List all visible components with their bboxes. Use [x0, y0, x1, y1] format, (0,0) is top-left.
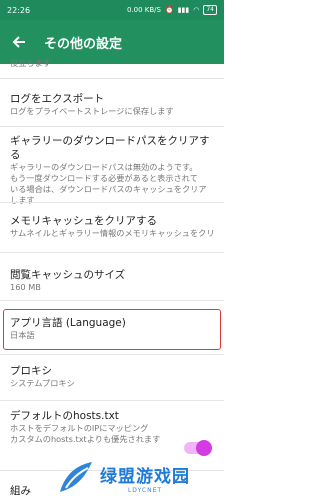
divider [0, 400, 224, 401]
watermark-text: 绿盟游戏园 [100, 466, 190, 487]
browse-cache-size-item[interactable]: 閲覧キャッシュのサイズ 160 MB [0, 268, 224, 293]
divider [0, 202, 224, 203]
battery-icon: 74 [203, 5, 217, 15]
export-logs-item[interactable]: ログをエクスポート ログをプライベートストレージに保存します [0, 92, 224, 117]
alarm-icon: ⏰ [164, 6, 174, 14]
divider [0, 300, 224, 301]
watermark: 绿盟游戏园 LDYCNET [56, 455, 224, 500]
clear-download-path-item[interactable]: ギャラリーのダウンロードパスをクリアする ギャラリーのダウンロードパスは無効のよ… [0, 134, 224, 206]
page-title: その他の設定 [44, 36, 123, 52]
divider [0, 354, 224, 355]
back-arrow-icon[interactable] [8, 31, 30, 53]
signal-icon: ▮▮▮ [177, 6, 190, 14]
status-time: 22:26 [7, 5, 31, 15]
watermark-subtext: LDYCNET [127, 486, 163, 494]
default-hosts-item[interactable]: デフォルトのhosts.txt ホストをデフォルトのIPにマッピング カスタムの… [0, 409, 224, 445]
watermark-logo-icon [60, 461, 92, 492]
divider [0, 126, 224, 127]
wifi-icon: ◠ [193, 6, 200, 14]
proxy-item[interactable]: プロキシ システムプロキシ [0, 364, 224, 389]
hosts-toggle[interactable] [184, 440, 212, 456]
app-language-item[interactable]: アプリ言語 (Language) 日本語 [0, 316, 224, 341]
toggle-knob [196, 440, 212, 456]
status-bar: 22:26 0.00 KB/S ⏰ ▮▮▮ ◠ 74 [0, 0, 224, 20]
clear-memory-cache-item[interactable]: メモリキャッシュをクリアする サムネイルとギャラリー情報のメモリキャッシュをクリ… [0, 214, 224, 239]
divider [0, 78, 224, 79]
list-item-partial[interactable]: 役立ちます [0, 58, 224, 69]
network-speed: 0.00 KB/S [126, 6, 161, 14]
divider [0, 252, 224, 253]
